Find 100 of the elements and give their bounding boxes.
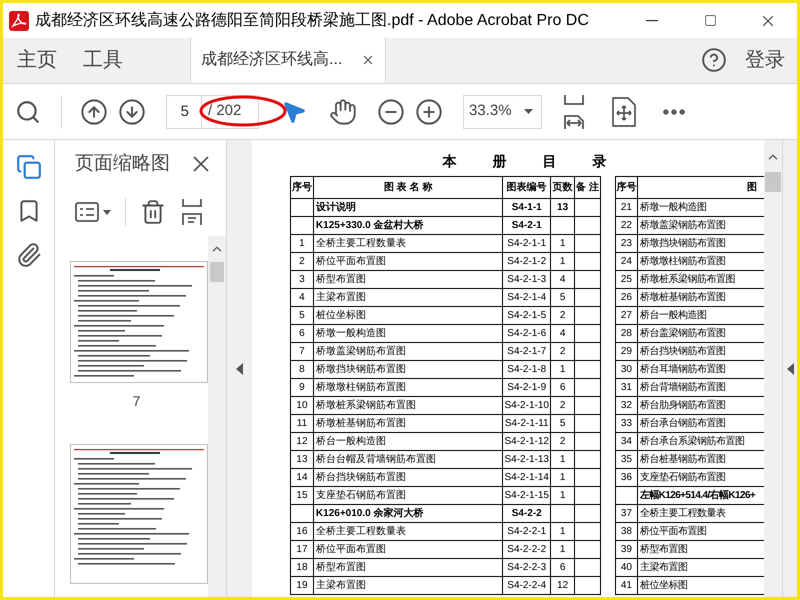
table-cell: 2	[551, 433, 576, 451]
page-arrows-icon[interactable]	[612, 96, 636, 126]
table-cell	[575, 343, 601, 361]
page-count: / 202	[202, 94, 259, 128]
nav-tab[interactable]: 主页	[13, 45, 61, 75]
hand-icon[interactable]	[329, 98, 357, 126]
table-cell: 设计说明	[314, 199, 504, 217]
table-cell: S4-2-1-11	[503, 415, 552, 433]
table-cell: 2	[291, 253, 314, 271]
collapse-left-icon[interactable]	[236, 362, 243, 374]
table-cell: 1	[551, 469, 576, 487]
close-tab-icon[interactable]	[361, 53, 375, 67]
table-cell: 5	[291, 307, 314, 325]
maximize-icon	[704, 14, 716, 27]
help-icon[interactable]	[701, 47, 727, 73]
column-header: 页数	[551, 177, 576, 199]
search-icon[interactable]	[15, 98, 41, 124]
page-number-field[interactable]: 5	[166, 94, 202, 128]
table-cell: K126+010.0 余家河大桥	[314, 505, 504, 523]
table-cell: 2	[551, 397, 576, 415]
table-cell: 1	[551, 541, 576, 559]
page-thumbnail[interactable]	[70, 261, 208, 383]
table-cell: S4-2-1-6	[503, 325, 552, 343]
table-cell	[575, 541, 601, 559]
scroll-thumb[interactable]	[765, 172, 781, 192]
table-cell: 15	[291, 487, 314, 505]
table-cell: S4-2-1-12	[503, 433, 552, 451]
table-cell	[575, 235, 601, 253]
next-page-icon[interactable]	[118, 98, 146, 126]
page-thumbnails-icon[interactable]	[16, 154, 42, 180]
paperclip-icon[interactable]	[16, 242, 42, 268]
table-cell: 桥墩挡块钢筋布置图	[314, 361, 504, 379]
scroll-thumb[interactable]	[210, 262, 224, 282]
table-cell: S4-2-1-15	[503, 487, 552, 505]
table-cell: S4-1-1	[503, 199, 552, 217]
zoom-dropdown[interactable]: 33.3%	[463, 94, 542, 128]
table-cell: 1	[551, 487, 576, 505]
page-thumbnail[interactable]	[70, 444, 208, 584]
table-cell	[551, 505, 576, 523]
table-cell: 16	[291, 523, 314, 541]
table-cell: S4-2-1-3	[503, 271, 552, 289]
table-cell: S4-2-1	[503, 217, 552, 235]
column-header: 图表编号	[503, 177, 552, 199]
table-cell: 桥位平面布置图	[314, 541, 504, 559]
scrollbar[interactable]	[764, 140, 782, 597]
page-crop-icon[interactable]	[180, 198, 204, 226]
table-cell: 29	[616, 343, 638, 361]
table-cell	[575, 379, 601, 397]
zoom-in-icon[interactable]	[415, 98, 443, 126]
table-cell: 桥墩一般构造图	[314, 325, 504, 343]
table-cell: 28	[616, 325, 638, 343]
table-cell	[575, 487, 601, 505]
table-cell: 6	[551, 379, 576, 397]
caret-icon	[524, 109, 533, 114]
scrollbar[interactable]	[208, 236, 226, 597]
sign-in-link[interactable]: 登录	[745, 45, 785, 75]
table-cell: 34	[616, 433, 638, 451]
table-cell: 2	[551, 343, 576, 361]
table-cell: 桩位坐标图	[314, 307, 504, 325]
table-cell	[575, 289, 601, 307]
table-cell: 4	[551, 325, 576, 343]
table-cell: 全桥主要工程数量表	[314, 523, 504, 541]
zoom-out-icon[interactable]	[377, 98, 405, 126]
table-cell: S4-2-1-14	[503, 469, 552, 487]
table-cell: 桥墩墩柱钢筋布置图	[314, 379, 504, 397]
table-cell: 4	[551, 271, 576, 289]
table-cell	[575, 217, 601, 235]
trash-icon[interactable]	[140, 199, 166, 225]
table-cell: 22	[616, 217, 638, 235]
table-cell: 7	[291, 343, 314, 361]
fit-page-icon[interactable]	[562, 94, 586, 130]
table-cell	[575, 451, 601, 469]
table-cell: 5	[551, 289, 576, 307]
table-cell: 10	[291, 397, 314, 415]
table-cell: 13	[291, 451, 314, 469]
page-number-label: 7	[132, 392, 140, 411]
table-cell: 桥台一般构造图	[314, 433, 504, 451]
table-cell: 13	[551, 199, 576, 217]
table-cell: S4-2-1-1	[503, 235, 552, 253]
table-cell: 25	[616, 271, 638, 289]
table-cell	[575, 415, 601, 433]
table-cell	[575, 523, 601, 541]
table-cell: 17	[291, 541, 314, 559]
table-cell: 18	[291, 559, 314, 577]
table-cell: 32	[616, 397, 638, 415]
nav-tab[interactable]: 工具	[79, 45, 127, 75]
table-cell: 桥墩盖梁钢筋布置图	[314, 343, 504, 361]
expand-right-panel-icon[interactable]	[786, 362, 794, 374]
table-cell: 12	[291, 433, 314, 451]
document-tab[interactable]: 成都经济区环线高...	[190, 37, 386, 83]
app-logo-icon	[9, 10, 29, 30]
previous-page-icon[interactable]	[80, 98, 108, 126]
table-cell: 主梁布置图	[314, 289, 504, 307]
table-cell: 桥型布置图	[314, 559, 504, 577]
table-cell: 1	[551, 451, 576, 469]
table-cell	[575, 307, 601, 325]
table-cell: 桥台台帽及背墙钢筋布置图	[314, 451, 504, 469]
table-cell: 桥位平面布置图	[314, 253, 504, 271]
thumbnail-options-icon[interactable]	[75, 202, 113, 222]
table-cell	[575, 433, 601, 451]
